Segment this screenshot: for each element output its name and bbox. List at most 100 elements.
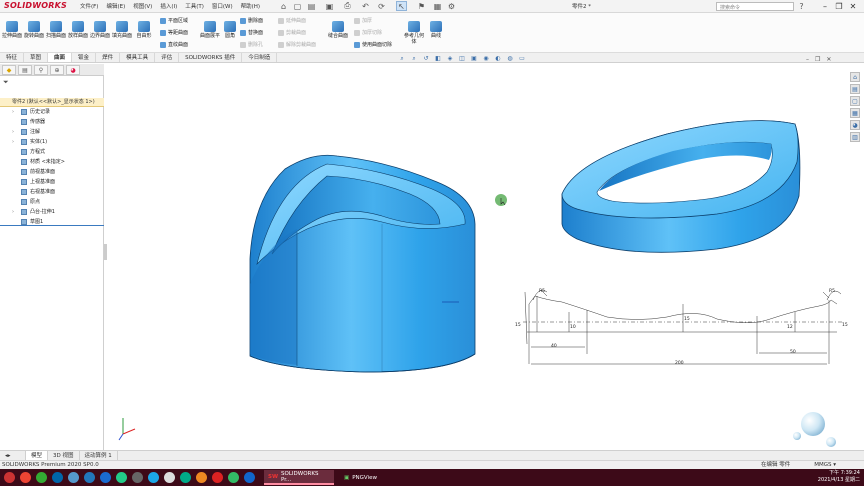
cut-with-surface-button[interactable]: 使用曲面切除 bbox=[354, 41, 392, 48]
sweep-surface-button[interactable]: 扫描曲面 bbox=[46, 21, 66, 39]
tab-evaluate[interactable]: 评估 bbox=[155, 53, 180, 62]
tab-3d-views[interactable]: 3D 视图 bbox=[48, 451, 80, 460]
filled-surface-button[interactable]: 填充曲面 bbox=[112, 21, 132, 39]
tree-item-front-plane[interactable]: 前视基准面 bbox=[12, 168, 55, 176]
tab-addins[interactable]: SOLIDWORKS 插件 bbox=[179, 53, 243, 62]
viewport-minimize-icon[interactable]: – bbox=[806, 56, 809, 63]
delete-face-button[interactable]: 删除面 bbox=[240, 17, 263, 24]
tree-item-equations[interactable]: 方程式 bbox=[12, 148, 45, 156]
zoom-area-icon[interactable]: ⌕ bbox=[410, 55, 418, 62]
close-icon[interactable]: ✕ bbox=[848, 0, 858, 12]
menu-help[interactable]: 帮助(H) bbox=[241, 2, 260, 10]
app-icon-store[interactable] bbox=[116, 472, 127, 483]
dimension-50[interactable]: 50 bbox=[790, 349, 796, 355]
print-icon[interactable]: ⎙ bbox=[342, 1, 353, 11]
tree-item-history[interactable]: › 历史记录 bbox=[12, 108, 50, 116]
rollback-bar[interactable] bbox=[0, 225, 104, 226]
knit-surface-button[interactable]: 缝合曲面 bbox=[328, 21, 348, 39]
tree-item-solid-bodies[interactable]: › 实体(1) bbox=[12, 138, 47, 146]
undo-icon[interactable]: ↶ bbox=[360, 1, 371, 11]
tree-item-sensors[interactable]: 传感器 bbox=[12, 118, 45, 126]
dimension-15-left[interactable]: 15 bbox=[515, 322, 521, 328]
zoom-to-fit-icon[interactable]: ⌕ bbox=[398, 55, 406, 62]
expand-arrow-icon[interactable]: › bbox=[12, 138, 18, 146]
view-palette-icon[interactable]: ▦ bbox=[850, 108, 860, 118]
surface-flatten-button[interactable]: 曲面展平 bbox=[200, 21, 220, 39]
custom-properties-icon[interactable]: ▥ bbox=[850, 132, 860, 142]
display-manager-tab-icon[interactable]: ◕ bbox=[66, 65, 80, 75]
tab-sheet-metal[interactable]: 钣金 bbox=[72, 53, 97, 62]
system-clock[interactable]: 下午 7:39:24 2021/4/13 星期二 bbox=[818, 470, 860, 484]
section-view-icon[interactable]: ◧ bbox=[434, 55, 442, 62]
expand-arrow-icon[interactable]: › bbox=[12, 208, 18, 216]
loft-surface-button[interactable]: 放样曲面 bbox=[68, 21, 88, 39]
thicken-button[interactable]: 加厚 bbox=[354, 17, 372, 24]
dimxpert-tab-icon[interactable]: ⊕ bbox=[50, 65, 64, 75]
display-style-icon[interactable]: ▣ bbox=[470, 55, 478, 62]
tab-features[interactable]: 特征 bbox=[0, 53, 25, 62]
dimension-radius-right[interactable]: R5 bbox=[829, 288, 835, 294]
extrude-surface-button[interactable]: 拉伸曲面 bbox=[2, 21, 22, 39]
tree-item-right-plane[interactable]: 右视基准面 bbox=[12, 188, 55, 196]
trim-surface-button[interactable]: 剪裁曲面 bbox=[278, 29, 306, 36]
app-icon-settings[interactable] bbox=[132, 472, 143, 483]
rebuild-icon[interactable]: ⟳ bbox=[376, 1, 387, 11]
expand-arrow-icon[interactable]: › bbox=[12, 108, 18, 116]
tree-item-boss-extrude[interactable]: › 凸台-拉伸1 bbox=[12, 208, 55, 216]
taskbar-app-solidworks[interactable]: SW SOLIDWORKS Pr... bbox=[264, 470, 334, 485]
app-icon-wps[interactable] bbox=[180, 472, 191, 483]
dimension-200[interactable]: 200 bbox=[675, 360, 684, 366]
app-icon-chat[interactable] bbox=[148, 472, 159, 483]
configuration-manager-tab-icon[interactable]: ⚲ bbox=[34, 65, 48, 75]
app-icon-edge[interactable] bbox=[68, 472, 79, 483]
curves-button[interactable]: 曲线 bbox=[426, 21, 446, 39]
offset-surface-button[interactable]: 等距曲面 bbox=[160, 29, 188, 36]
help-icon[interactable]: ? bbox=[796, 1, 807, 11]
viewport-close-icon[interactable]: ✕ bbox=[826, 56, 831, 63]
boundary-surface-button[interactable]: 边界曲面 bbox=[90, 21, 110, 39]
thicken-cut-button[interactable]: 加厚切除 bbox=[354, 29, 382, 36]
menu-view[interactable]: 视图(V) bbox=[133, 2, 152, 10]
dimension-15-right[interactable]: 15 bbox=[842, 322, 848, 328]
dimension-40[interactable]: 40 bbox=[551, 343, 557, 349]
tab-scroll-arrows[interactable]: ◂▸ bbox=[0, 451, 26, 460]
property-manager-tab-icon[interactable]: ▤ bbox=[18, 65, 32, 75]
open-folder-icon[interactable]: ▤ bbox=[306, 1, 317, 11]
menu-edit[interactable]: 编辑(E) bbox=[106, 2, 125, 10]
delete-hole-button[interactable]: 删除孔 bbox=[240, 41, 263, 48]
file-explorer-icon[interactable]: ▢ bbox=[850, 96, 860, 106]
previous-view-icon[interactable]: ↺ bbox=[422, 55, 430, 62]
new-file-icon[interactable]: ▢ bbox=[292, 1, 303, 11]
planar-surface-button[interactable]: 平面区域 bbox=[160, 17, 188, 24]
fillet-button[interactable]: 圆角 bbox=[220, 21, 240, 39]
tab-sketch[interactable]: 草图 bbox=[24, 53, 49, 62]
expand-arrow-icon[interactable]: › bbox=[12, 128, 18, 136]
tab-model[interactable]: 模型 bbox=[26, 451, 49, 460]
app-icon-qq[interactable] bbox=[20, 472, 31, 483]
tab-motion-study[interactable]: 运动算例 1 bbox=[80, 451, 118, 460]
menu-file[interactable]: 文件(F) bbox=[80, 2, 98, 10]
tab-mbd[interactable]: 今日制造 bbox=[242, 53, 278, 62]
tab-weldments[interactable]: 焊件 bbox=[96, 53, 121, 62]
extend-surface-button[interactable]: 延伸曲面 bbox=[278, 17, 306, 24]
taskbar-app-pngview[interactable]: ▣ PNGView bbox=[340, 470, 390, 485]
app-icon-office[interactable] bbox=[212, 472, 223, 483]
tree-root-part[interactable]: 零件2 (默认<<默认>_显示状态 1>) bbox=[0, 98, 104, 107]
edit-appearance-icon[interactable]: ◐ bbox=[494, 55, 502, 62]
tree-item-annotations[interactable]: › 注解 bbox=[12, 128, 40, 136]
app-icon-green[interactable] bbox=[228, 472, 239, 483]
tab-mold-tools[interactable]: 模具工具 bbox=[120, 53, 156, 62]
tree-item-material[interactable]: 材质 <未指定> bbox=[12, 158, 65, 166]
menu-tools[interactable]: 工具(T) bbox=[185, 2, 204, 10]
select-icon[interactable]: ↖ bbox=[396, 1, 407, 11]
options-gear-icon[interactable]: ⚙ bbox=[446, 1, 457, 11]
view-orientation-icon[interactable]: ◫ bbox=[458, 55, 466, 62]
ruled-surface-button[interactable]: 直纹曲面 bbox=[160, 41, 188, 48]
app-icon-folder[interactable] bbox=[196, 472, 207, 483]
feature-manager-tab-icon[interactable]: ◆ bbox=[2, 65, 16, 75]
app-icon-blue[interactable] bbox=[244, 472, 255, 483]
save-icon[interactable]: ▣ bbox=[324, 1, 335, 11]
rebuild-traffic-icon[interactable]: ⚑ bbox=[416, 1, 427, 11]
cup-part[interactable] bbox=[249, 154, 476, 373]
tree-item-origin[interactable]: 原点 bbox=[12, 198, 40, 206]
